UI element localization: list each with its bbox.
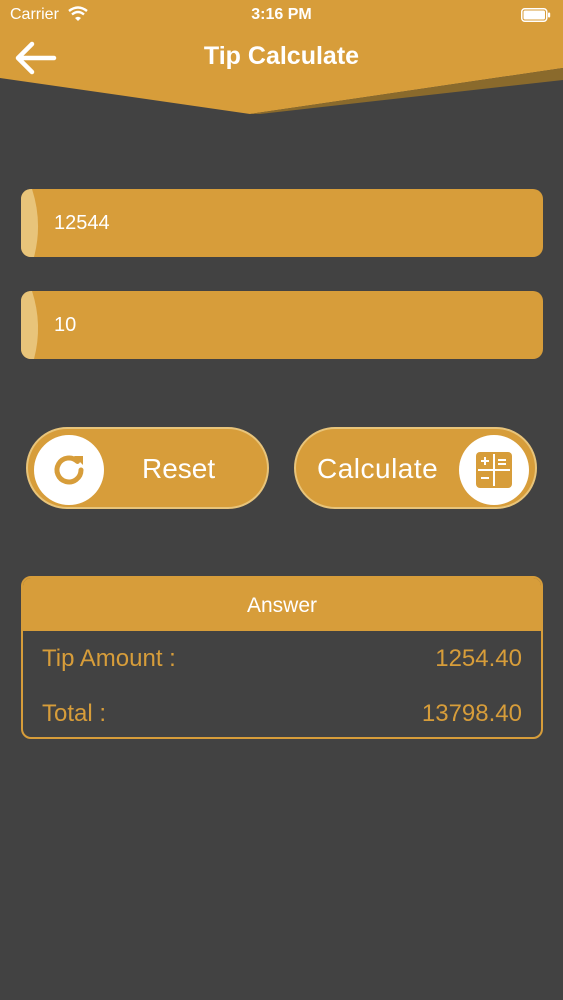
tip-percent-field[interactable] <box>21 291 543 359</box>
answer-heading: Answer <box>23 578 541 631</box>
calculate-button[interactable]: Calculate <box>294 427 537 509</box>
answer-panel: Answer Tip Amount : 1254.40 Total : 1379… <box>21 576 543 739</box>
reset-icon-circle <box>34 435 104 505</box>
reset-button[interactable]: Reset <box>26 427 269 509</box>
status-time: 3:16 PM <box>251 6 312 23</box>
page-title: Tip Calculate <box>203 42 360 70</box>
battery-icon <box>521 8 551 22</box>
field-accent <box>21 291 39 359</box>
bill-amount-input[interactable] <box>54 189 524 257</box>
tip-percent-input[interactable] <box>54 291 524 359</box>
field-accent <box>21 189 39 257</box>
refresh-icon <box>54 455 84 485</box>
calculate-label: Calculate <box>317 453 439 484</box>
total-label: Total : <box>42 700 107 727</box>
tip-amount-value: 1254.40 <box>435 645 522 672</box>
calculator-icon-circle <box>459 435 529 505</box>
tip-amount-label: Tip Amount : <box>42 645 176 672</box>
total-value: 13798.40 <box>421 700 522 727</box>
status-bar: Carrier 3:16 PM <box>0 0 563 30</box>
calculator-icon <box>476 452 512 488</box>
bill-amount-field[interactable] <box>21 189 543 257</box>
reset-label: Reset <box>142 453 216 484</box>
